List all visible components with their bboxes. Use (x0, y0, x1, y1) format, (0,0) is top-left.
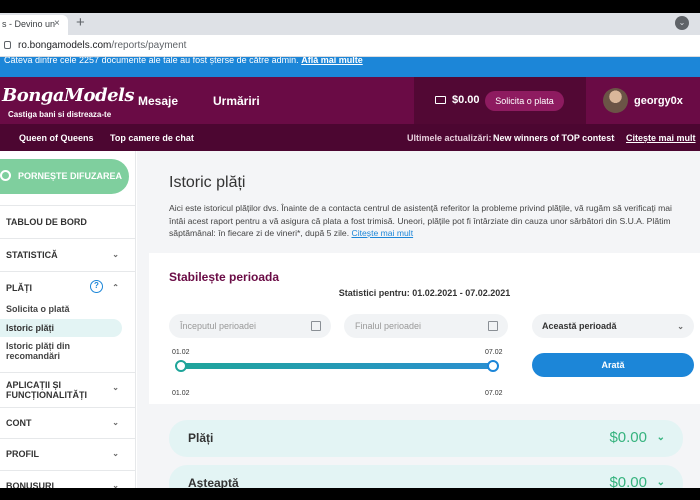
username[interactable]: georgy0x (634, 95, 683, 107)
sidebar-item-label: PLĂȚI (6, 283, 32, 293)
help-icon[interactable]: ? (90, 280, 103, 293)
notice-banner: Câteva dintre cele 2257 documente ale ta… (0, 57, 700, 77)
sidebar-item-label: APLICAȚII ȘI FUNCȚIONALITĂȚI (6, 380, 87, 400)
url-path: /reports/payment (111, 40, 187, 51)
tagline: Castiga bani si distreaza-te (8, 110, 112, 119)
slider-start-handle[interactable] (175, 360, 187, 372)
chevron-down-icon: ⌄ (112, 383, 119, 392)
nav-messages[interactable]: Mesaje (138, 94, 178, 108)
chevron-down-icon: ⌄ (656, 477, 665, 488)
slider-end-value: 07.02 (485, 390, 503, 397)
chevron-down-icon: ⌄ (112, 418, 119, 427)
sidebar-item-label: TABLOU DE BORD (6, 217, 87, 227)
sidebar: PORNEȘTE DIFUZAREA TABLOU DE BORD STATIS… (0, 151, 136, 491)
sidebar-subitem-referral-history[interactable]: Istoric plăți din recomandări (6, 341, 96, 361)
address-bar[interactable]: ro.bongamodels.com/reports/payment (0, 35, 700, 57)
subnav-top-chat-rooms[interactable]: Top camere de chat (110, 133, 194, 143)
letterbox-top (0, 0, 700, 13)
notice-link[interactable]: Află mai multe (301, 57, 363, 65)
chevron-down-icon: ⌄ (656, 432, 665, 443)
end-date-placeholder: Finalul perioadei (355, 321, 422, 331)
end-date-field[interactable]: Finalul perioadei (344, 314, 508, 338)
new-tab-icon[interactable]: + (76, 14, 85, 31)
url-host: ro.bongamodels.com (18, 40, 112, 51)
notice-text: Câteva dintre cele 2257 documente ale ta… (4, 57, 299, 65)
sidebar-item-label: PROFIL (6, 449, 39, 459)
updates-ticker[interactable]: New winners of TOP contests! (493, 133, 615, 143)
payments-accordion[interactable]: Plăți $0.00 ⌄ (169, 420, 683, 457)
sidebar-item-statistics[interactable]: STATISTICĂ ⌄ (0, 238, 135, 271)
updates-read-more-link[interactable]: Citește mai mult (626, 133, 696, 143)
slider-end-handle[interactable] (487, 360, 499, 372)
intro-read-more-link[interactable]: Citește mai mult (351, 228, 413, 238)
period-card: Stabilește perioada Statistici pentru: 0… (149, 253, 700, 404)
start-date-field[interactable]: Începutul perioadei (169, 314, 331, 338)
balance-amount: $0.00 (452, 94, 480, 106)
start-date-placeholder: Începutul perioadei (180, 321, 257, 331)
intro-text: Aici este istoricul plăților dvs. Înaint… (169, 202, 689, 240)
letterbox-bottom (0, 488, 700, 500)
broadcast-icon (0, 170, 11, 181)
close-icon[interactable]: × (54, 18, 60, 29)
slider-end-label: 07.02 (485, 349, 503, 356)
sidebar-item-label: STATISTICĂ (6, 250, 58, 260)
browser-tab[interactable]: s - Devino un × (0, 15, 68, 35)
sidebar-subitem-request-payout[interactable]: Solicita o plată (6, 304, 70, 314)
sidebar-item-dashboard[interactable]: TABLOU DE BORD (0, 205, 135, 238)
lock-icon[interactable] (4, 41, 11, 49)
main-content: Istoric plăți Aici este istoricul plățil… (137, 151, 700, 500)
chevron-down-icon: ⌄ (677, 322, 684, 331)
slider-start-label: 01.02 (172, 349, 190, 356)
page-title: Istoric plăți (169, 174, 246, 191)
calendar-icon[interactable] (488, 321, 498, 331)
browser-tabstrip: s - Devino un × + ⌄ (0, 13, 700, 35)
sidebar-item-label: CONT (6, 418, 32, 428)
chevron-down-icon: ⌄ (112, 250, 119, 259)
updates-label: Ultimele actualizări: (407, 133, 492, 143)
go-live-label: PORNEȘTE DIFUZAREA (18, 171, 123, 181)
sidebar-item-account[interactable]: CONT ⌄ (0, 407, 135, 438)
period-select-value: Această perioadă (542, 321, 617, 331)
sidebar-item-apps[interactable]: APLICAȚII ȘI FUNCȚIONALITĂȚI ⌄ (0, 372, 135, 407)
period-title: Stabilește perioada (169, 270, 280, 284)
subnav-queen-of-queens[interactable]: Queen of Queens (19, 133, 94, 143)
show-button[interactable]: Arată (532, 353, 694, 377)
sidebar-item-bonuses[interactable]: BONUSURI ⌄ (0, 470, 135, 491)
slider-start-value: 01.02 (172, 390, 190, 397)
logo[interactable]: BongaModels (2, 85, 135, 106)
sidebar-item-profile[interactable]: PROFIL ⌄ (0, 438, 135, 470)
chevron-down-icon: ⌄ (112, 449, 119, 458)
screen: s - Devino un × + ⌄ ro.bongamodels.com/r… (0, 0, 700, 500)
nav-follows[interactable]: Urmăriri (213, 94, 260, 108)
sub-navigation: Queen of Queens Top camere de chat Ultim… (0, 124, 700, 151)
avatar[interactable] (603, 88, 628, 113)
url-text[interactable]: ro.bongamodels.com/reports/payment (18, 40, 186, 51)
accordion-amount: $0.00 (609, 429, 647, 446)
stats-for: Statistici pentru: 01.02.2021 - 07.02.20… (338, 288, 511, 298)
wallet-icon (435, 96, 446, 104)
accordion-label: Plăți (188, 431, 214, 445)
go-live-button[interactable]: PORNEȘTE DIFUZAREA (0, 159, 129, 194)
period-select[interactable]: Această perioadă ⌄ (532, 314, 694, 338)
balance-box: $0.00 Solicita o plata (414, 77, 586, 124)
intro-body: Aici este istoricul plăților dvs. Înaint… (169, 203, 672, 238)
chevron-up-icon: ⌃ (112, 283, 119, 292)
sidebar-subitem-payment-history[interactable]: Istoric plăți (0, 319, 122, 337)
calendar-icon[interactable] (311, 321, 321, 331)
site-header: BongaModels Castiga bani si distreaza-te… (0, 77, 700, 124)
date-range-fill (179, 363, 494, 369)
request-payout-button[interactable]: Solicita o plata (485, 91, 564, 111)
date-range-track[interactable] (179, 363, 494, 369)
sidebar-item-payments[interactable]: PLĂȚI ? ⌃ Solicita o plată Istoric plăți… (0, 271, 135, 372)
tab-title: s - Devino un (2, 19, 56, 29)
tab-search-icon[interactable]: ⌄ (675, 16, 689, 30)
